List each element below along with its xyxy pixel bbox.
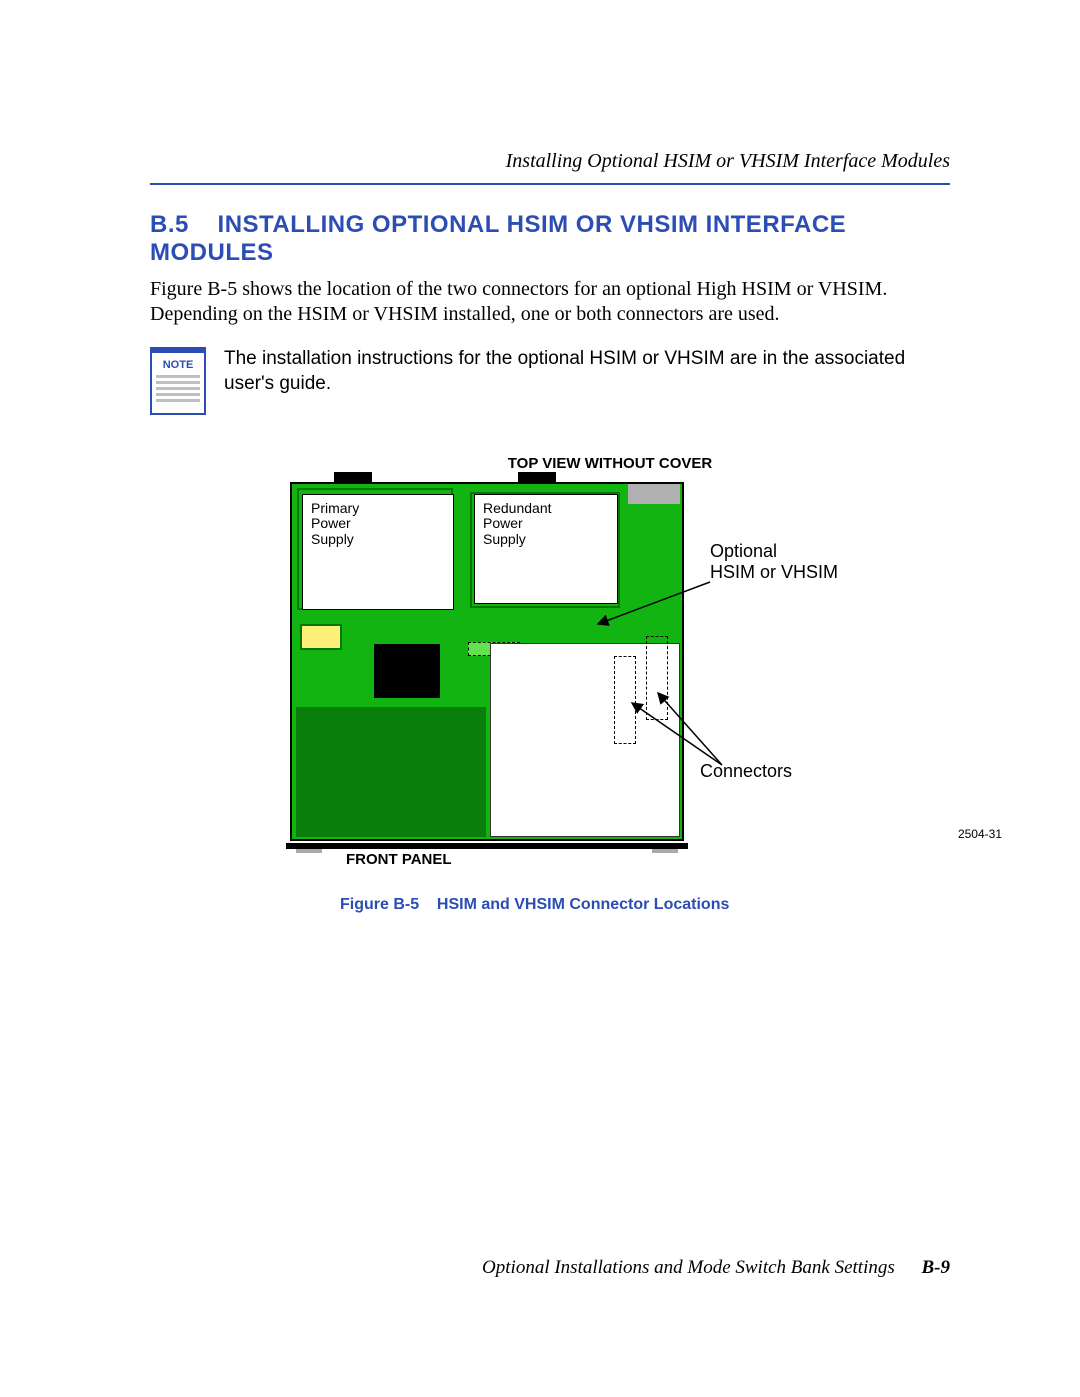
running-header: Installing Optional HSIM or VHSIM Interf… [150,150,950,173]
section-number: B.5 [150,211,189,238]
note-icon: eeeeeeeee NOTE [150,347,206,415]
front-edge-icon [286,843,688,849]
redundant-ps-label: Redundant Power Supply [483,501,552,547]
foot-icon [652,849,678,853]
primary-ps-label: Primary Power Supply [311,501,359,547]
figure-top-label: TOP VIEW WITHOUT COVER [290,455,930,472]
note-icon-label: NOTE [156,359,200,371]
note-block: eeeeeeeee NOTE The installation instruct… [150,347,950,415]
figure-front-label: FRONT PANEL [346,851,930,868]
component-icon [300,624,342,650]
arrow-icon [602,693,762,783]
section-heading: B.5 INSTALLING OPTIONAL HSIM OR VHSIM IN… [150,211,950,267]
clip-icon [334,472,372,484]
note-icon-lines [156,375,200,402]
clip-icon [518,472,556,484]
primary-power-supply: Primary Power Supply [302,494,454,610]
foot-icon [296,849,322,853]
section-title-text: INSTALLING OPTIONAL HSIM OR VHSIM INTERF… [150,211,846,266]
note-coil-icon: eeeeeeeee [156,343,200,356]
figure-caption-label: Figure B-5 [340,896,419,913]
page-footer: Optional Installations and Mode Switch B… [482,1257,950,1279]
header-rule [150,183,950,185]
lower-board-icon [296,707,486,837]
board-diagram: Primary Power Supply Redundant Power Sup… [290,482,684,841]
figure-caption: Figure B-5 HSIM and VHSIM Connector Loca… [340,896,930,914]
figure-caption-text: HSIM and VHSIM Connector Locations [437,896,729,913]
page: Installing Optional HSIM or VHSIM Interf… [0,0,1080,1397]
footer-text: Optional Installations and Mode Switch B… [482,1257,895,1278]
figure-ref-number: 2504-31 [958,827,1002,841]
arrow-icon [590,550,750,630]
section-body: Figure B-5 shows the location of the two… [150,277,950,327]
footer-page-number: B-9 [922,1257,951,1278]
chip-icon [374,644,440,698]
edge-connector-icon [628,484,680,504]
figure: TOP VIEW WITHOUT COVER Primary Power Sup… [290,455,930,914]
note-text: The installation instructions for the op… [224,347,950,396]
